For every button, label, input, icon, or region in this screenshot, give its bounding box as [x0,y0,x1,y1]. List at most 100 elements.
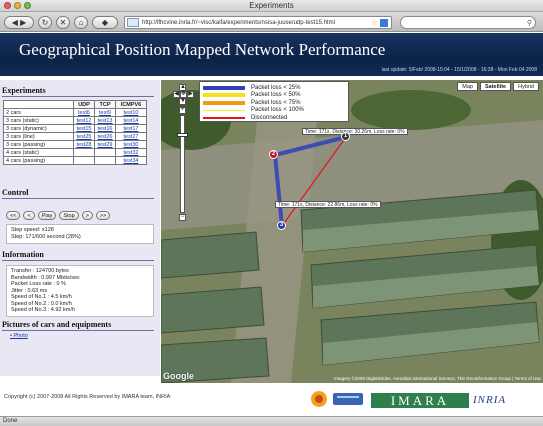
table-row: 4 cars (passing) test34 [3,156,147,165]
pan-right-icon[interactable]: ▶ [187,91,194,98]
back-forward-buttons[interactable]: ◀ ▶ [4,16,34,29]
photo-link[interactable]: Photo [10,333,27,339]
pan-up-icon[interactable]: ▲ [179,84,186,91]
legend-label: Packet loss < 75% [251,99,301,106]
imara-logo: IMARA [371,393,469,408]
udp-test-link [73,148,95,157]
column-header: ICMPV6 [115,100,147,109]
browser-toolbar: ◀ ▶ ↻ ✕ ⌂ ◆ http://lfhcvine.inria.fr/~vi… [0,12,543,32]
legend-item: Packet loss < 100% [203,107,345,115]
step-progress-text: Step: 171/600 second (28%) [11,233,81,240]
experiment-label: 3 cars (static) [3,116,74,125]
udp-test-link[interactable]: test12 [73,116,95,125]
link-info-callout: Time: 171s, Distance: 30.26m, Loss rate:… [302,128,408,135]
legend-label: Packet loss < 25% [251,84,301,91]
pan-down-icon[interactable]: ▼ [179,98,186,105]
car-marker[interactable]: 1 [341,132,350,141]
car-marker[interactable]: 3 [277,221,286,230]
map-type-map-button[interactable]: Map [457,82,478,91]
google-logo[interactable]: Google [163,371,194,381]
zoom-slider-handle[interactable] [177,133,188,137]
pan-center-icon[interactable]: ✥ [180,91,187,98]
back-arrow-icon[interactable]: ◀ [12,18,18,27]
zoom-slider-track[interactable] [180,115,185,213]
feed-icon[interactable] [380,18,388,27]
icmp-test-link[interactable]: test14 [115,116,147,125]
reload-button[interactable]: ↻ [38,16,52,29]
udp-test-link[interactable]: test6 [73,108,95,117]
playback-controls: << < Play Stop > >> [6,211,111,220]
forward-arrow-icon[interactable]: ▶ [20,18,26,27]
rewind-button[interactable]: << [6,211,21,220]
site-identity-icon: ◆ [101,18,109,27]
zoom-in-icon[interactable]: + [179,107,186,114]
favicon-icon [127,18,139,27]
map-type-satellite-button[interactable]: Satellite [480,82,512,91]
search-icon[interactable]: ⚲ [527,19,532,27]
inria-logo: INRIA [473,394,507,406]
legend-item: Disconnected [203,114,345,122]
icmp-test-link[interactable]: test10 [115,108,147,117]
legend-item: Packet loss < 75% [203,99,345,107]
column-header: UDP [73,100,95,109]
home-icon: ⌂ [78,18,84,27]
udp-test-link[interactable]: test15 [73,124,95,133]
control-title: Control [2,188,154,199]
tcp-test-link[interactable]: test29 [94,140,116,149]
column-header [3,100,74,109]
experiment-label: 4 cars (passing) [3,156,74,165]
tcp-test-link[interactable]: test16 [94,124,116,133]
information-title: Information [2,250,154,261]
experiments-table: UDP TCP ICMPV6 2 cars test6 test9 test10… [3,100,147,165]
stop-playback-button[interactable]: Stop [59,211,79,220]
play-button[interactable]: Play [37,211,57,220]
identity-button[interactable]: ◆ [92,16,118,29]
tcp-test-link[interactable]: test9 [94,108,116,117]
legend-swatch [203,93,245,98]
icmp-test-link[interactable]: test30 [115,140,147,149]
reload-icon: ↻ [41,18,49,27]
zoom-out-icon[interactable]: − [179,214,186,221]
table-row: 3 cars (static) test12 test13 test14 [3,116,147,125]
step-back-button[interactable]: < [23,211,35,220]
legend-swatch [203,116,245,119]
icmp-test-link[interactable]: test32 [115,148,147,157]
car-marker[interactable]: 2 [269,150,278,159]
window-titlebar: Experiments [0,0,543,12]
last-update-text: last update: 5/Feb/ 2008-15:04 - 15/1/20… [381,67,537,73]
window-title: Experiments [249,1,294,10]
legend-item: Packet loss < 25% [203,84,345,92]
satellite-map[interactable]: ▲ ◀ ✥ ▶ ▼ + − Packet loss < 25% Packet l… [161,80,543,383]
icmp-test-link[interactable]: test34 [115,156,147,165]
icmp-test-link[interactable]: test27 [115,132,147,141]
experiment-label: 2 cars [3,108,74,117]
table-row: 4 cars (static) test32 [3,148,147,157]
udp-test-link[interactable]: test25 [73,132,95,141]
experiment-label: 3 cars (passing) [3,140,74,149]
search-bar[interactable]: ⚲ [400,16,536,29]
information-box: Transfer : 124700 bytes Bandwidth : 0.99… [6,265,154,317]
legend-label: Disconnected [251,114,288,121]
bookmark-star-icon[interactable]: ☆ [371,18,378,27]
partner-logo-icons [311,391,363,407]
legend-swatch [203,85,245,90]
column-header: TCP [94,100,116,109]
map-type-hybrid-button[interactable]: Hybrid [513,82,539,91]
home-button[interactable]: ⌂ [74,16,88,29]
partner-logos: IMARA INRIA [309,387,541,409]
url-text[interactable]: http://lfhcvine.inria.fr/~visc/kaifa/exp… [142,20,371,26]
step-forward-button[interactable]: > [81,211,93,220]
table-row: 3 cars (dynamic) test15 test16 test17 [3,124,147,133]
pan-left-icon[interactable]: ◀ [173,91,180,98]
fast-forward-button[interactable]: >> [95,211,111,220]
pictures-title: Pictures of cars and equipments [2,320,154,331]
udp-test-link[interactable]: test28 [73,140,95,149]
legend-label: Packet loss < 100% [251,107,304,114]
map-type-switcher: Map Satellite Hybrid [457,82,539,91]
tcp-test-link[interactable]: test26 [94,132,116,141]
stop-button[interactable]: ✕ [56,16,70,29]
url-bar[interactable]: http://lfhcvine.inria.fr/~visc/kaifa/exp… [124,16,392,29]
tcp-test-link[interactable]: test13 [94,116,116,125]
icmp-test-link[interactable]: test17 [115,124,147,133]
status-text: Done [3,418,18,424]
